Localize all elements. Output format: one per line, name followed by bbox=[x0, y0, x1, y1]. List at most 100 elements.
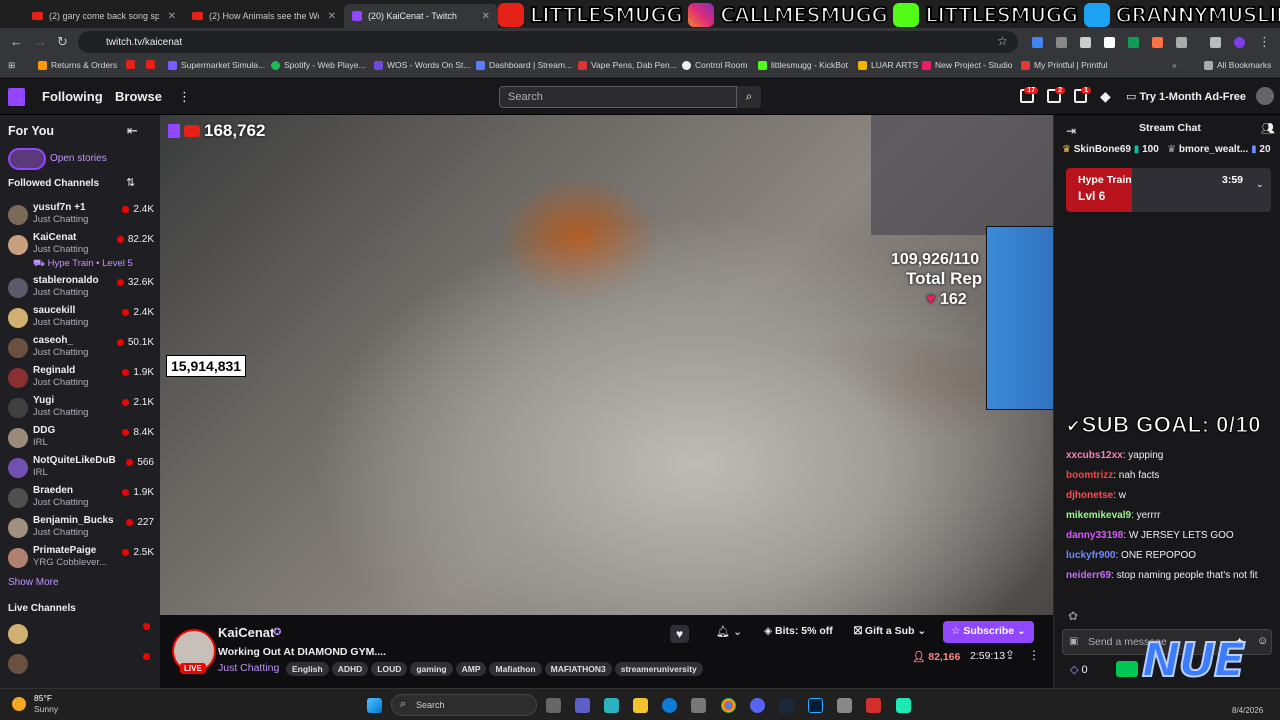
taskbar-search[interactable]: ⌕ Search bbox=[391, 694, 537, 716]
discord-icon[interactable] bbox=[750, 698, 765, 713]
category-link[interactable]: Just Chatting bbox=[218, 662, 279, 674]
bookmark[interactable]: Dashboard | Stream... bbox=[476, 60, 572, 70]
browser-tab[interactable]: (2) gary come back song sp(ong ✕ bbox=[24, 4, 184, 28]
subscribe-button[interactable]: ☆ Subscribe ⌄ bbox=[943, 621, 1034, 643]
sidebar-channel-item[interactable]: NotQuiteLikeDuB IRL 566 bbox=[8, 454, 154, 484]
collapse-chat-icon[interactable]: ⇥ bbox=[1066, 124, 1076, 138]
task-view-icon[interactable] bbox=[546, 698, 561, 713]
bookmark[interactable]: WOS - Words On St... bbox=[374, 60, 470, 70]
close-tab-icon[interactable]: ✕ bbox=[328, 11, 336, 22]
search-icon[interactable]: ⌕ bbox=[737, 86, 761, 108]
browse-link[interactable]: Browse bbox=[115, 89, 162, 104]
photoshop-icon[interactable] bbox=[808, 698, 823, 713]
chat-username[interactable]: djhonetse bbox=[1066, 490, 1113, 501]
bookmark[interactable]: LUAR ARTS bbox=[858, 60, 918, 70]
bookmark-star-icon[interactable]: ☆ bbox=[997, 34, 1008, 48]
forward-icon[interactable]: → bbox=[34, 34, 47, 49]
sort-icon[interactable]: ⇅ bbox=[126, 176, 135, 189]
chat-username[interactable]: boomtrizz bbox=[1066, 470, 1113, 481]
extension-icon[interactable] bbox=[1032, 37, 1043, 48]
puzzle-icon[interactable] bbox=[1176, 37, 1187, 48]
sidebar-channel-item[interactable]: Benjamin_Bucks Just Chatting 227 bbox=[8, 514, 154, 544]
copilot-icon[interactable] bbox=[604, 698, 619, 713]
menu-icon[interactable] bbox=[1210, 37, 1221, 48]
youtube-bookmark-icon[interactable] bbox=[126, 60, 135, 69]
channel-name[interactable]: KaiCenat bbox=[218, 625, 274, 640]
open-stories-link[interactable]: Open stories bbox=[50, 153, 107, 164]
chat-username[interactable]: xxcubs12xx bbox=[1066, 450, 1123, 461]
extension-icon[interactable] bbox=[1080, 37, 1091, 48]
sidebar-channel-item[interactable]: Yugi Just Chatting 2.1K bbox=[8, 394, 154, 424]
more-bookmarks-icon[interactable]: » bbox=[1172, 60, 1177, 70]
sidebar-channel-item[interactable]: yusuf7n +1 Just Chatting 2.4K bbox=[8, 201, 154, 231]
bookmark[interactable]: Supermarket Simula... bbox=[168, 60, 265, 70]
all-bookmarks[interactable]: All Bookmarks bbox=[1204, 60, 1271, 70]
more-menu-icon[interactable]: ⋮ bbox=[178, 89, 191, 105]
gift-sub-button[interactable]: ⛝ Gift a Sub ⌄ bbox=[854, 625, 926, 638]
video-player[interactable]: 168,762 15,914,831 109,926/110 Total Rep… bbox=[160, 115, 1053, 615]
sidebar-channel-item[interactable]: Reginald Just Chatting 1.9K bbox=[8, 364, 154, 394]
bits-icon[interactable]: ◆ bbox=[1100, 88, 1111, 105]
browser-tab[interactable]: (2) How Animals see the World ✕ bbox=[184, 4, 344, 28]
users-icon[interactable]: 👥︎ bbox=[1261, 122, 1275, 135]
extension-icon[interactable] bbox=[1104, 37, 1115, 48]
app-icon[interactable] bbox=[866, 698, 881, 713]
bookmark[interactable]: Spotify - Web Playe... bbox=[271, 60, 366, 70]
bookmark[interactable]: My Printful | Printful bbox=[1021, 60, 1108, 70]
tag[interactable]: MAFIATHON3 bbox=[544, 662, 612, 676]
sidebar-channel-item[interactable]: Braeden Just Chatting 1.9K bbox=[8, 484, 154, 514]
notifications-bell-button[interactable]: 🔔︎ ⌄ bbox=[716, 625, 742, 638]
follow-heart-button[interactable]: ♥ bbox=[670, 625, 690, 643]
show-more-link[interactable]: Show More bbox=[8, 577, 59, 588]
bits-button[interactable]: ◈ Bits: 5% off bbox=[764, 625, 833, 637]
sidebar-channel-item[interactable] bbox=[8, 650, 154, 680]
bookmark[interactable]: New Project - Studio bbox=[922, 60, 1012, 70]
tag[interactable]: ADHD bbox=[331, 662, 369, 676]
tag[interactable]: gaming bbox=[410, 662, 453, 676]
chat-settings-icon[interactable]: ✿ bbox=[1068, 609, 1078, 623]
bookmark[interactable]: Control Room bbox=[682, 60, 747, 70]
sidebar-channel-item[interactable]: DDG IRL 8.4K bbox=[8, 424, 154, 454]
windows-start-icon[interactable] bbox=[367, 698, 382, 713]
sidebar-channel-item[interactable]: PrimatePaige YRG Cobblever... 2.5K bbox=[8, 544, 154, 574]
points-reward-icon[interactable] bbox=[1116, 661, 1138, 677]
notifications-icon[interactable]: 1 bbox=[1074, 87, 1091, 103]
notepad-icon[interactable] bbox=[837, 698, 852, 713]
browser-tab-active[interactable]: (20) KaiCenat - Twitch ✕ bbox=[344, 4, 498, 28]
sidebar-channel-item[interactable]: saucekill Just Chatting 2.4K bbox=[8, 304, 154, 334]
chat-username[interactable]: luckyfr900 bbox=[1066, 550, 1115, 561]
search-input[interactable]: Search bbox=[499, 86, 737, 108]
tag[interactable]: LOUD bbox=[371, 662, 408, 676]
chat-username[interactable]: mikemikeval9 bbox=[1066, 510, 1131, 521]
teams-icon[interactable] bbox=[575, 698, 590, 713]
bookmark[interactable]: littlesmugg - KickBot bbox=[758, 60, 848, 70]
tag[interactable]: streameruniversity bbox=[614, 662, 703, 676]
chrome-icon[interactable] bbox=[721, 698, 736, 713]
sidebar-channel-item[interactable]: KaiCenat Just Chatting 82.2K bbox=[8, 231, 154, 261]
hype-train-banner[interactable]: Hype Train Lvl 6 3:59 ⌄ bbox=[1066, 168, 1271, 212]
following-link[interactable]: Following bbox=[42, 89, 103, 104]
close-tab-icon[interactable]: ✕ bbox=[482, 11, 490, 22]
extension-icon[interactable] bbox=[1152, 37, 1163, 48]
youtube-bookmark-icon[interactable] bbox=[146, 60, 155, 69]
url-input[interactable]: twitch.tv/kaicenat bbox=[78, 31, 1018, 53]
apps-icon[interactable]: ⊞ bbox=[8, 60, 15, 71]
more-vert-icon[interactable]: ⋮ bbox=[1258, 34, 1271, 50]
sidebar-channel-item[interactable] bbox=[8, 620, 154, 650]
chat-username[interactable]: neiderr69 bbox=[1066, 570, 1111, 581]
more-options-icon[interactable]: ⋮ bbox=[1028, 648, 1040, 662]
app-icon[interactable] bbox=[896, 698, 911, 713]
ad-free-button[interactable]: ▭ Try 1-Month Ad-Free bbox=[1126, 90, 1246, 103]
prime-loot-icon[interactable]: 17 bbox=[1020, 87, 1038, 103]
twitch-logo-icon[interactable] bbox=[8, 88, 25, 106]
inbox-icon[interactable]: 2 bbox=[1047, 87, 1065, 103]
emote-icon[interactable]: ☺ bbox=[1257, 635, 1268, 647]
file-explorer-icon[interactable] bbox=[633, 698, 648, 713]
reload-icon[interactable]: ↻ bbox=[57, 34, 68, 50]
tag[interactable]: AMP bbox=[455, 662, 487, 676]
close-tab-icon[interactable]: ✕ bbox=[168, 11, 176, 22]
back-icon[interactable]: ← bbox=[10, 34, 23, 49]
channel-points[interactable]: ◇ 0 bbox=[1070, 663, 1088, 676]
profile-avatar[interactable] bbox=[1234, 37, 1245, 48]
user-avatar[interactable] bbox=[1256, 87, 1274, 105]
